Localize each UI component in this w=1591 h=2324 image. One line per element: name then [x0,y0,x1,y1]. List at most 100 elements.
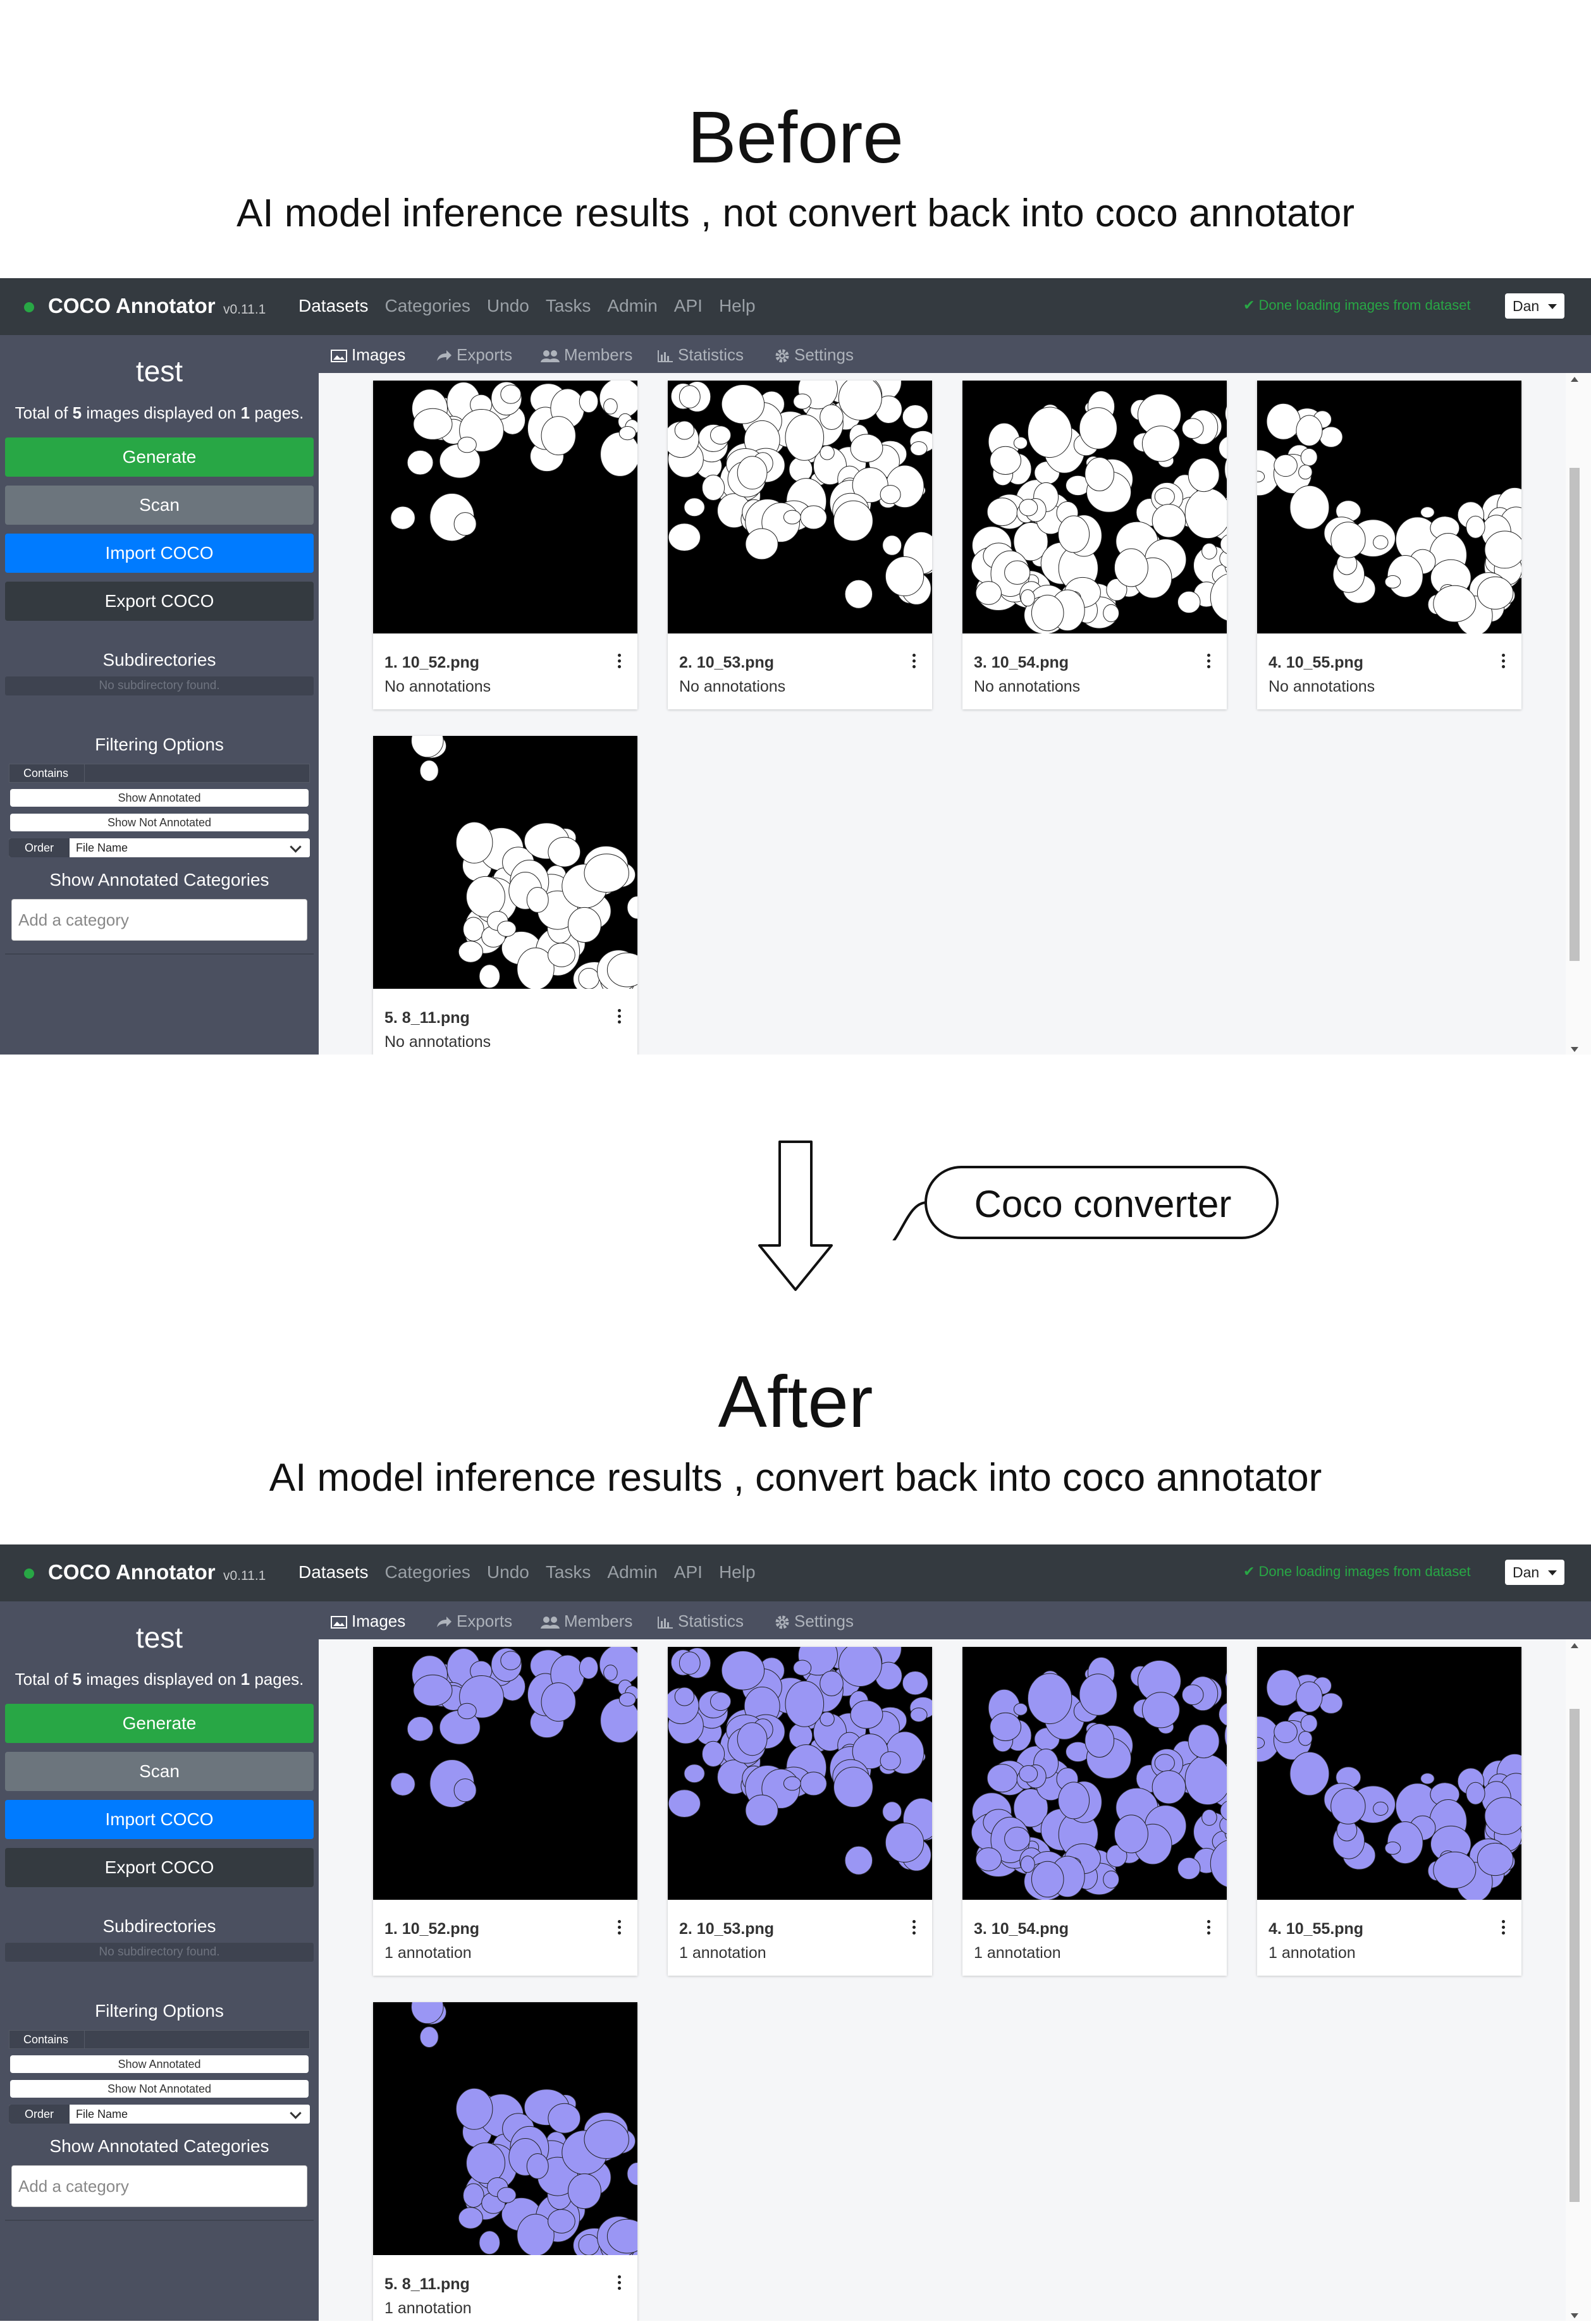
more-options-icon[interactable] [1501,654,1505,670]
app-brand[interactable]: COCO Annotator [48,294,216,318]
order-select[interactable]: Order File Name [9,838,310,857]
more-options-icon[interactable] [912,654,916,670]
image-filename: 1. 10_52.png [384,654,480,671]
more-options-icon[interactable] [1501,1920,1505,1936]
scroll-up-arrow-icon[interactable] [1571,377,1578,382]
scroll-down-arrow-icon[interactable] [1571,1047,1578,1052]
scan-button[interactable]: Scan [5,486,314,525]
contains-filter-input[interactable]: Contains [9,2030,310,2049]
image-thumbnail[interactable] [1257,381,1521,633]
image-card-4[interactable]: 4. 10_55.png No annotations [1257,381,1521,709]
tab-members[interactable]: Members [540,345,632,365]
cell-blob [833,1766,873,1808]
scan-button[interactable]: Scan [5,1752,314,1791]
image-thumbnail[interactable] [373,381,637,633]
bar-chart-icon [658,1617,673,1629]
cell-blob [684,1764,705,1783]
nav-tasks[interactable]: Tasks [546,1562,591,1582]
image-card-4[interactable]: 4. 10_55.png 1 annotation [1257,1647,1521,1976]
tab-settings-label: Settings [794,1612,854,1630]
scrollbar[interactable] [1566,373,1591,1055]
cell-blob [737,1722,768,1756]
nav-api[interactable]: API [674,1562,703,1582]
order-select[interactable]: Order File Name [9,2105,310,2124]
image-card-3[interactable]: 3. 10_54.png No annotations [962,381,1227,709]
cell-blob [458,941,483,963]
export-coco-button[interactable]: Export COCO [5,1848,314,1887]
image-filename: 2. 10_53.png [679,654,775,671]
show-annotated-button[interactable]: Show Annotated [10,2055,309,2073]
image-card-1[interactable]: 1. 10_52.png No annotations [373,381,637,709]
export-coco-button[interactable]: Export COCO [5,582,314,621]
more-options-icon[interactable] [1207,1920,1210,1936]
more-options-icon[interactable] [617,654,621,670]
image-card-2[interactable]: 2. 10_53.png No annotations [668,381,932,709]
more-options-icon[interactable] [617,2275,621,2292]
cell-blob [500,1651,522,1670]
scroll-up-arrow-icon[interactable] [1571,1643,1578,1648]
user-menu-button[interactable]: Dan [1505,293,1564,319]
tab-exports-label: Exports [457,1612,513,1630]
tab-settings[interactable]: Settings [774,345,854,365]
more-options-icon[interactable] [617,1920,621,1936]
user-menu-button[interactable]: Dan [1505,1560,1564,1585]
cell-blob [710,1692,732,1711]
show-not-annotated-button[interactable]: Show Not Annotated [10,814,309,831]
nav-help[interactable]: Help [719,1562,756,1582]
nav-help[interactable]: Help [719,296,756,316]
nav-undo[interactable]: Undo [487,296,529,316]
image-card-5[interactable]: 5. 8_11.png 1 annotation [373,2002,637,2321]
tab-members[interactable]: Members [540,1612,632,1631]
scrollbar-thumb[interactable] [1570,1709,1580,2202]
cell-blob [844,1845,873,1875]
image-thumbnail[interactable] [668,1647,932,1900]
more-options-icon[interactable] [912,1920,916,1936]
import-coco-button[interactable]: Import COCO [5,534,314,573]
show-annotated-button[interactable]: Show Annotated [10,789,309,807]
image-card-2[interactable]: 2. 10_53.png 1 annotation [668,1647,932,1976]
scroll-down-arrow-icon[interactable] [1571,2313,1578,2318]
nav-admin[interactable]: Admin [607,296,657,316]
nav-undo[interactable]: Undo [487,1562,529,1582]
more-options-icon[interactable] [617,1009,621,1025]
scrollbar-thumb[interactable] [1570,468,1580,961]
tab-statistics[interactable]: Statistics [656,1612,744,1631]
tab-images[interactable]: Images [330,1612,405,1631]
import-coco-button[interactable]: Import COCO [5,1800,314,1839]
share-icon [437,350,452,362]
nav-categories[interactable]: Categories [385,1562,470,1582]
scrollbar[interactable] [1566,1639,1591,2321]
nav-admin[interactable]: Admin [607,1562,657,1582]
image-card-3[interactable]: 3. 10_54.png 1 annotation [962,1647,1227,1976]
nav-datasets[interactable]: Datasets [298,296,369,316]
generate-button[interactable]: Generate [5,437,314,477]
generate-button[interactable]: Generate [5,1704,314,1743]
nav-datasets[interactable]: Datasets [298,1562,369,1582]
image-thumbnail[interactable] [373,1647,637,1900]
nav-tasks[interactable]: Tasks [546,296,591,316]
image-thumbnail[interactable] [668,381,932,633]
tab-images[interactable]: Images [330,345,405,365]
nav-api[interactable]: API [674,296,703,316]
cell-blob [1152,504,1186,538]
image-card-5[interactable]: 5. 8_11.png No annotations [373,736,637,1055]
contains-filter-input[interactable]: Contains [9,764,310,783]
category-input[interactable]: Add a category [11,2165,307,2207]
category-input[interactable]: Add a category [11,899,307,941]
tab-exports[interactable]: Exports [435,345,512,365]
nav-categories[interactable]: Categories [385,296,470,316]
show-not-annotated-button[interactable]: Show Not Annotated [10,2080,309,2098]
image-thumbnail[interactable] [373,2002,637,2255]
image-thumbnail[interactable] [373,736,637,989]
tab-statistics[interactable]: Statistics [656,345,744,365]
cell-blob [975,581,1002,605]
image-card-1[interactable]: 1. 10_52.png 1 annotation [373,1647,637,1976]
more-options-icon[interactable] [1207,654,1210,670]
tab-settings[interactable]: Settings [774,1612,854,1631]
image-thumbnail[interactable] [1257,1647,1521,1900]
image-thumbnail[interactable] [962,1647,1227,1900]
image-thumbnail[interactable] [962,381,1227,633]
app-brand[interactable]: COCO Annotator [48,1560,216,1584]
tab-exports[interactable]: Exports [435,1612,512,1631]
cell-blob [1079,407,1117,450]
